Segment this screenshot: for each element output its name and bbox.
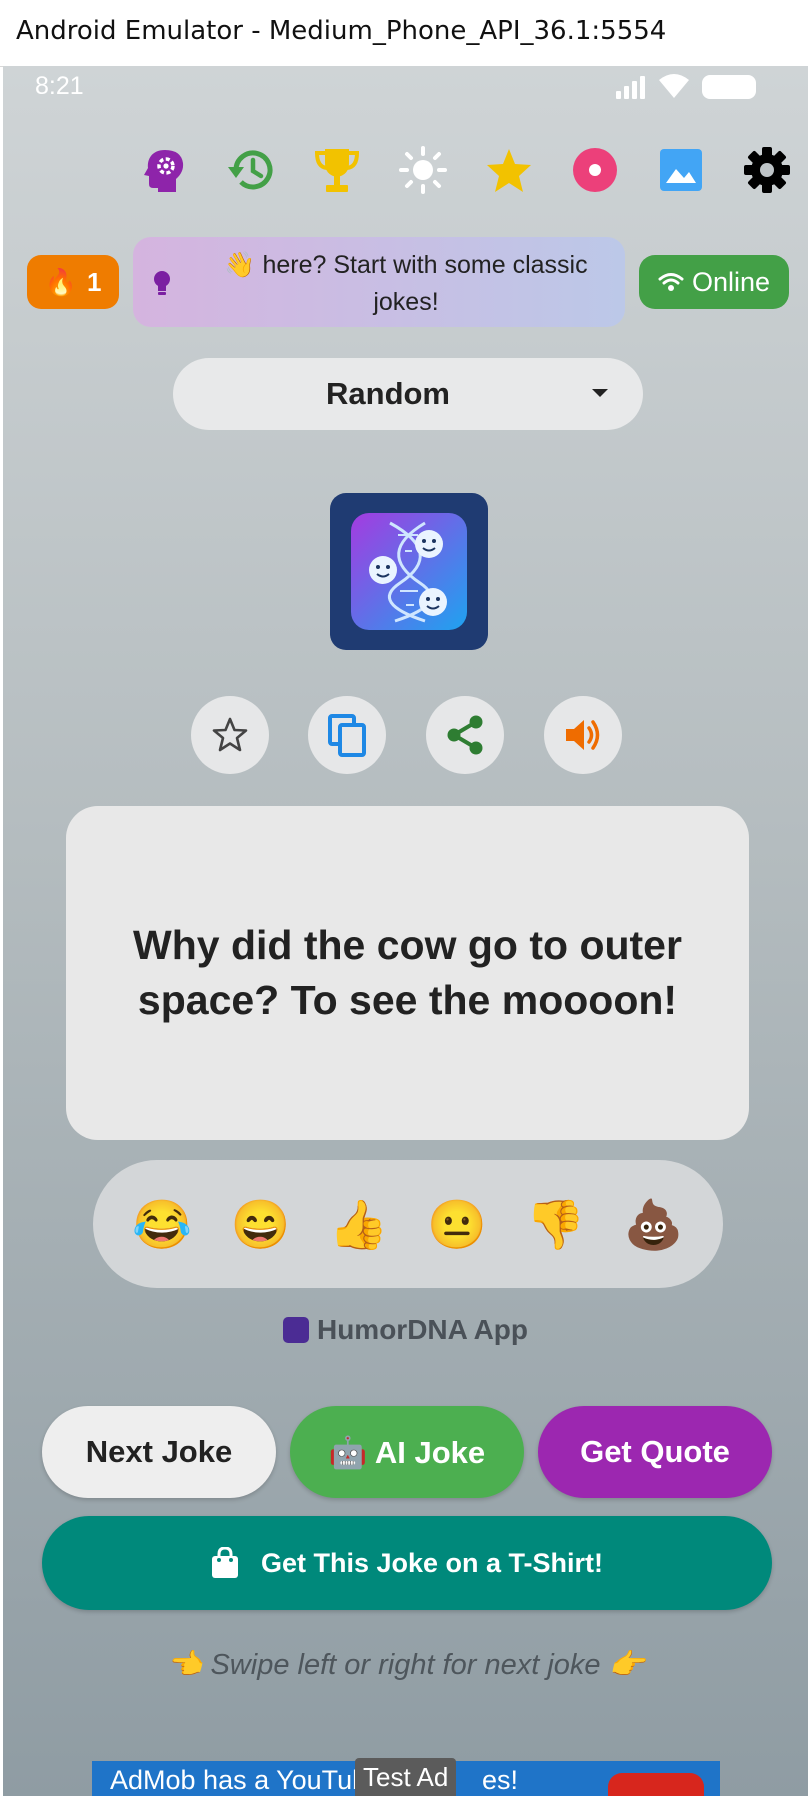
next-joke-button[interactable]: Next Joke xyxy=(42,1406,276,1498)
streak-count: 1 xyxy=(86,266,102,297)
flame-icon: 🔥 xyxy=(44,266,77,297)
window-titlebar: Android Emulator - Medium_Phone_API_36.1… xyxy=(0,0,808,67)
reaction-thumbs-down[interactable]: 👎 xyxy=(515,1196,595,1253)
app-logo-small-icon xyxy=(282,1317,309,1343)
battery-icon xyxy=(702,75,756,99)
tshirt-button-label: Get This Joke on a T-Shirt! xyxy=(260,1547,604,1578)
wifi-icon xyxy=(659,74,689,98)
top-toolbar xyxy=(3,142,808,202)
reaction-bar: 😂 😄 👍 😐 👎 💩 xyxy=(93,1160,723,1288)
share-icon xyxy=(447,715,483,755)
joke-card[interactable]: Why did the cow go to outer space? To se… xyxy=(66,806,749,1140)
category-selected: Random xyxy=(326,376,450,411)
speaker-icon xyxy=(566,720,600,750)
shopping-bag-icon xyxy=(211,1547,238,1578)
settings-icon[interactable] xyxy=(739,142,795,198)
reaction-laughing-tears[interactable]: 😂 xyxy=(122,1196,202,1253)
favorite-star-icon xyxy=(212,717,248,752)
image-icon[interactable] xyxy=(653,142,709,198)
window-title: Android Emulator - Medium_Phone_API_36.1… xyxy=(16,16,667,46)
brand-label: HumorDNA App xyxy=(3,1314,808,1346)
brain-settings-icon[interactable] xyxy=(137,142,193,198)
joke-text: Why did the cow go to outer space? To se… xyxy=(133,922,682,1023)
reaction-neutral[interactable]: 😐 xyxy=(417,1196,497,1253)
history-icon[interactable] xyxy=(223,142,279,198)
brightness-icon[interactable] xyxy=(395,142,451,198)
ad-cta-button[interactable] xyxy=(608,1773,704,1796)
share-button[interactable] xyxy=(426,696,504,774)
status-bar: 8:21 xyxy=(3,66,808,110)
chevron-down-icon xyxy=(592,389,608,397)
lightbulb-icon xyxy=(154,271,170,295)
app-logo xyxy=(330,493,488,650)
trophy-icon[interactable] xyxy=(309,142,365,198)
copy-icon xyxy=(328,714,366,757)
status-time: 8:21 xyxy=(35,72,84,100)
speak-button[interactable] xyxy=(544,696,622,774)
ad-text-tail: es! xyxy=(482,1765,519,1795)
wifi-icon xyxy=(658,273,684,291)
reaction-poop[interactable]: 💩 xyxy=(614,1196,694,1253)
phone-screen: 8:21 🔥 1 👋 here? Start with some classic… xyxy=(3,66,808,1796)
reaction-grinning[interactable]: 😄 xyxy=(220,1196,300,1253)
copy-button[interactable] xyxy=(308,696,386,774)
category-dropdown[interactable]: Random xyxy=(173,358,643,430)
signal-icon xyxy=(616,76,645,99)
disc-icon[interactable] xyxy=(567,142,623,198)
online-label: Online xyxy=(691,266,771,297)
brand-text: HumorDNA App xyxy=(316,1314,528,1345)
swipe-hint: 👈 Swipe left or right for next joke 👉 xyxy=(166,1649,645,1681)
online-status-chip[interactable]: Online xyxy=(639,255,789,309)
status-icons xyxy=(614,74,756,100)
get-quote-button[interactable]: Get Quote xyxy=(538,1406,772,1498)
hint-banner[interactable]: 👋 here? Start with some classic jokes! xyxy=(133,237,625,327)
tshirt-button[interactable]: Get This Joke on a T-Shirt! xyxy=(42,1516,772,1610)
streak-badge[interactable]: 🔥 1 xyxy=(27,255,119,309)
favorite-button[interactable] xyxy=(191,696,269,774)
star-icon[interactable] xyxy=(481,142,537,198)
test-ad-label: Test Ad xyxy=(355,1758,457,1796)
reaction-thumbs-up[interactable]: 👍 xyxy=(319,1196,399,1253)
ad-text: AdMob has a YouTube xyxy=(110,1765,383,1795)
hint-text: 👋 here? Start with some classic jokes! xyxy=(224,251,588,316)
ai-joke-button[interactable]: 🤖 AI Joke xyxy=(290,1406,524,1498)
